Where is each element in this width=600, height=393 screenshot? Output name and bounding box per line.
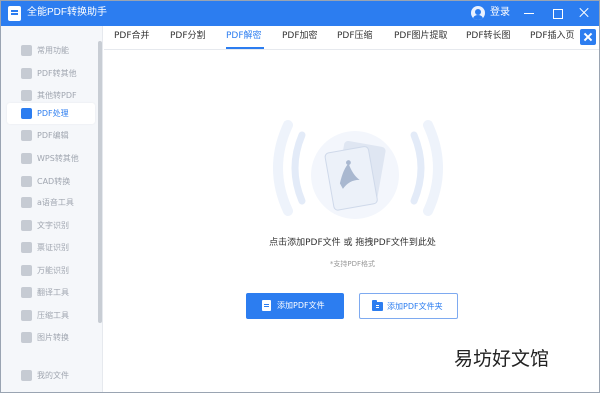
drop-instruction: 点击添加PDF文件 或 拖拽PDF文件到此处 — [269, 238, 436, 248]
folder-icon — [372, 300, 383, 311]
sidebar-item-universal[interactable]: 万能识别 — [7, 260, 95, 281]
tab-pdf-image-extract[interactable]: PDF图片提取 — [394, 31, 448, 42]
app-window: 全能PDF转换助手 登录 常用功能 PDF转其他 其他转PDF PDF处理 PD… — [0, 0, 600, 393]
universal-recognition-icon — [21, 265, 32, 276]
add-pdf-file-button[interactable]: 添加PDF文件 — [246, 293, 344, 319]
app-title: 全能PDF转换助手 — [27, 7, 107, 18]
watermark-text: 易坊好文馆 — [454, 349, 550, 370]
sidebar-item-pdf-process[interactable]: PDF处理 — [7, 103, 95, 124]
close-tab-icon[interactable] — [580, 29, 596, 45]
tab-pdf-compress[interactable]: PDF压缩 — [337, 31, 373, 42]
app-logo-icon — [8, 6, 21, 21]
sidebar-item-cad[interactable]: CAD转换 — [7, 171, 95, 192]
sidebar-item-label: PDF处理 — [37, 109, 69, 118]
sidebar-item-label: 我的文件 — [37, 371, 69, 380]
tab-bar: PDF合并 PDF分割 PDF解密 PDF加密 PDF压缩 PDF图片提取 PD… — [104, 26, 599, 50]
sidebar-item-label: WPS转其他 — [37, 154, 79, 163]
cad-icon — [21, 176, 32, 187]
my-files-icon — [21, 370, 32, 381]
sidebar-item-label: 其他转PDF — [37, 91, 77, 100]
sidebar-item-label: 文字识别 — [37, 221, 69, 230]
sidebar: 常用功能 PDF转其他 其他转PDF PDF处理 PDF编辑 WPS转其他 CA… — [1, 26, 103, 392]
sidebar-item-common[interactable]: 常用功能 — [7, 40, 95, 61]
image-convert-icon — [21, 332, 32, 343]
tab-pdf-merge[interactable]: PDF合并 — [114, 31, 150, 42]
sidebar-item-pdf-to-other[interactable]: PDF转其他 — [7, 63, 95, 84]
minimize-icon[interactable] — [521, 5, 537, 21]
sidebar-item-label: CAD转换 — [37, 177, 71, 186]
sidebar-item-pdf-edit[interactable]: PDF编辑 — [7, 125, 95, 146]
sidebar-item-label: 常用功能 — [37, 46, 69, 55]
add-pdf-folder-button[interactable]: 添加PDF文件夹 — [359, 293, 458, 319]
sidebar-item-label: 票证识别 — [37, 243, 69, 252]
supported-format-note: *支持PDF格式 — [329, 260, 376, 268]
sidebar-item-my-files[interactable]: 我的文件 — [7, 365, 95, 386]
sidebar-item-label: 万能识别 — [37, 266, 69, 275]
tab-pdf-decrypt[interactable]: PDF解密 — [226, 31, 262, 42]
add-pdf-folder-label: 添加PDF文件夹 — [387, 302, 443, 311]
translate-icon — [21, 287, 32, 298]
sidebar-scrollbar[interactable] — [98, 41, 102, 323]
drop-zone[interactable]: 点击添加PDF文件 或 拖拽PDF文件到此处 *支持PDF格式 添加PDF文件 … — [104, 51, 599, 392]
tab-pdf-insert-page[interactable]: PDF插入页 — [530, 31, 575, 42]
pdf-export-icon — [21, 68, 32, 79]
sidebar-item-label: 图片转换 — [37, 333, 69, 342]
active-tab-indicator — [226, 47, 264, 49]
add-pdf-file-label: 添加PDF文件 — [277, 301, 325, 310]
maximize-icon[interactable] — [549, 5, 565, 21]
sidebar-item-ticket[interactable]: 票证识别 — [7, 237, 95, 258]
user-avatar-icon[interactable] — [471, 6, 485, 20]
audio-icon — [21, 197, 32, 208]
star-icon — [21, 45, 32, 56]
sidebar-item-ocr[interactable]: 文字识别 — [7, 215, 95, 236]
sidebar-item-label: 压缩工具 — [37, 311, 69, 320]
compress-icon — [21, 310, 32, 321]
wps-icon — [21, 153, 32, 164]
sidebar-item-compress[interactable]: 压缩工具 — [7, 305, 95, 326]
sidebar-item-label: PDF编辑 — [37, 131, 69, 140]
file-icon — [262, 300, 271, 311]
ticket-icon — [21, 242, 32, 253]
sidebar-item-audio[interactable]: a语音工具 — [7, 192, 95, 213]
tab-pdf-encrypt[interactable]: PDF加密 — [282, 31, 318, 42]
pdf-document-icon — [311, 131, 399, 219]
tab-pdf-split[interactable]: PDF分割 — [170, 31, 206, 42]
tab-pdf-long-image[interactable]: PDF转长图 — [466, 31, 511, 42]
sidebar-item-label: a语音工具 — [37, 198, 74, 207]
sidebar-item-wps[interactable]: WPS转其他 — [7, 148, 95, 169]
pdf-import-icon — [21, 90, 32, 101]
sidebar-item-label: 翻译工具 — [37, 288, 69, 297]
pdf-edit-icon — [21, 130, 32, 141]
login-link[interactable]: 登录 — [490, 7, 510, 19]
pdf-process-icon — [21, 108, 32, 119]
sidebar-item-label: PDF转其他 — [37, 69, 77, 78]
sidebar-item-translate[interactable]: 翻译工具 — [7, 282, 95, 303]
text-recognition-icon — [21, 220, 32, 231]
title-bar: 全能PDF转换助手 登录 — [1, 1, 599, 26]
close-window-icon[interactable] — [576, 5, 592, 21]
sidebar-item-image[interactable]: 图片转换 — [7, 327, 95, 348]
